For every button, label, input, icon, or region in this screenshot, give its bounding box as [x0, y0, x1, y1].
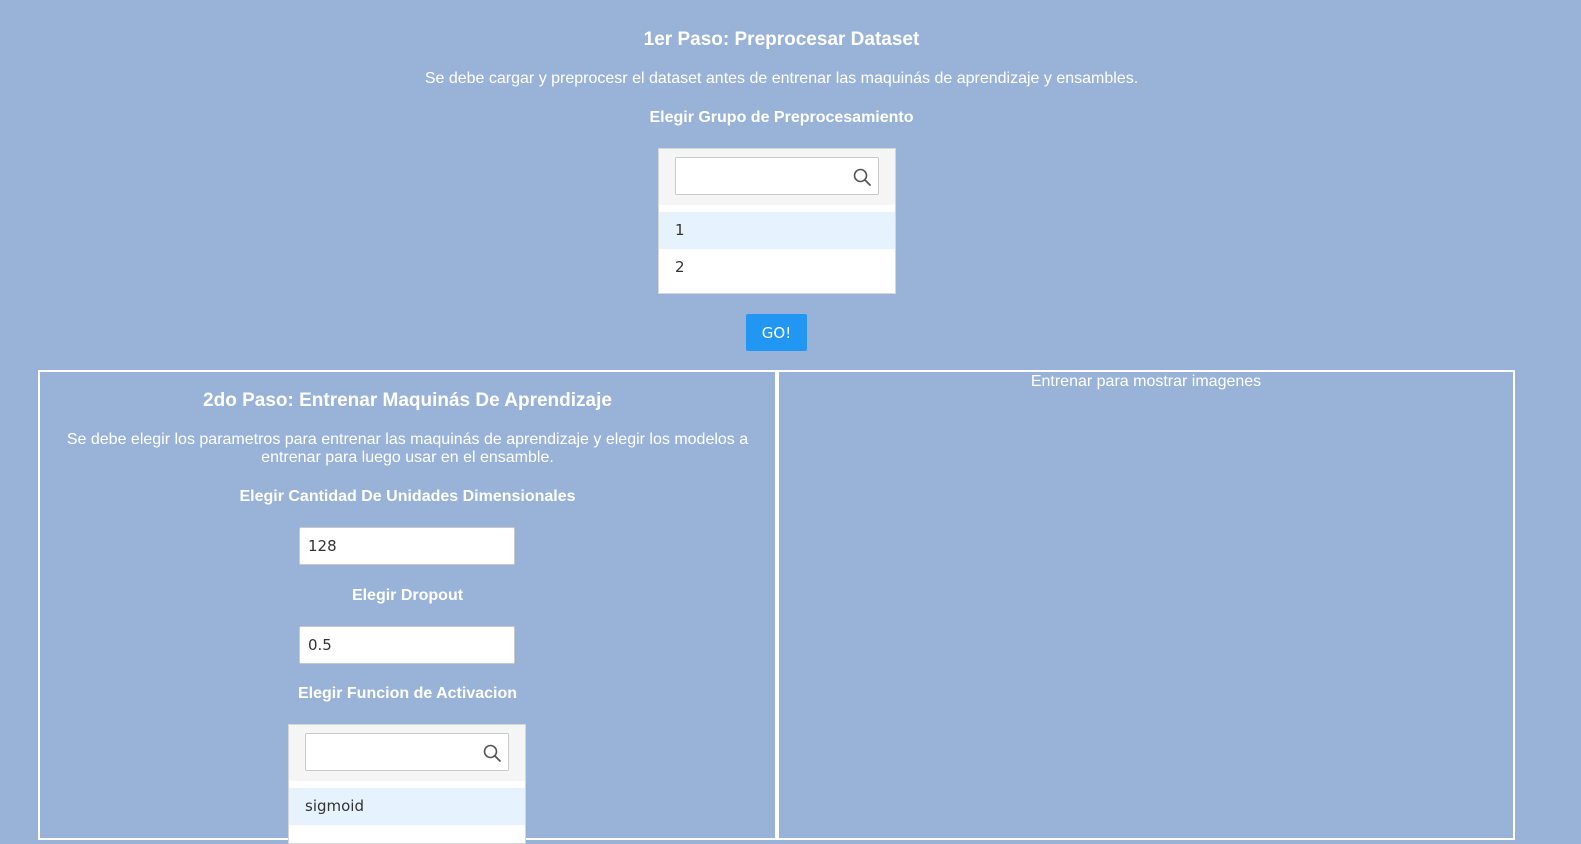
activation-option-sigmoid[interactable]: sigmoid: [289, 788, 525, 825]
images-panel: [777, 370, 1515, 840]
step2-title: 2do Paso: Entrenar Maquinás De Aprendiza…: [203, 390, 612, 411]
units-label: Elegir Cantidad De Unidades Dimensionale…: [239, 488, 576, 505]
search-box[interactable]: [675, 157, 879, 195]
activation-search-input[interactable]: [312, 740, 478, 766]
activation-label: Elegir Funcion de Activacion: [298, 685, 517, 702]
search-icon: [853, 168, 871, 186]
step1-title: 1er Paso: Preprocesar Dataset: [643, 29, 920, 50]
preprocessing-group-select[interactable]: 1 2: [658, 148, 896, 294]
step1-description: Se debe cargar y preprocesr el dataset a…: [424, 70, 1139, 87]
dropout-label: Elegir Dropout: [351, 587, 464, 604]
search-icon: [483, 744, 501, 762]
search-area: [659, 149, 895, 205]
activation-select[interactable]: sigmoid: [288, 724, 526, 844]
step2-description: Se debe elegir los parametros para entre…: [66, 431, 749, 466]
group-option-1[interactable]: 1: [659, 212, 895, 249]
search-area: [289, 725, 525, 781]
search-box[interactable]: [305, 733, 509, 771]
go-button[interactable]: GO!: [746, 314, 807, 351]
dropout-field[interactable]: [299, 626, 515, 664]
preprocessing-group-label: Elegir Grupo de Preprocesamiento: [649, 109, 914, 126]
group-option-2[interactable]: 2: [659, 249, 895, 286]
preprocessing-group-search-input[interactable]: [682, 164, 848, 190]
units-field[interactable]: [299, 527, 515, 565]
images-placeholder-text: Entrenar para mostrar imagenes: [1030, 373, 1262, 390]
